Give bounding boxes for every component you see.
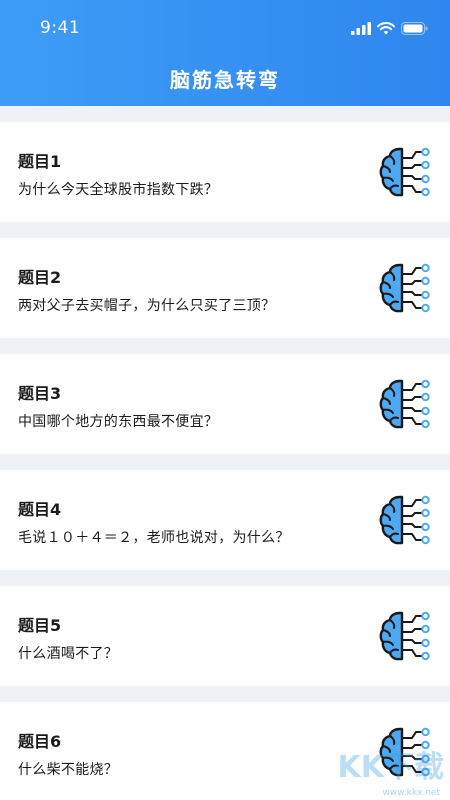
question-text: 中国哪个地方的东西最不便宜？ [18,414,219,430]
status-icons [351,18,428,38]
wifi-icon [377,21,395,34]
signal-icon [351,21,371,35]
brain-circuit-icon [378,144,434,200]
question-card-5[interactable]: 题目5 什么酒喝不了？ [0,586,450,686]
watermark-logo: KK下载 [337,750,445,785]
status-bar: 9:41 [0,0,450,58]
question-title: 题目5 [18,616,62,635]
question-card-2[interactable]: 题目2 两对父子去买帽子，为什么只买了三顶？ [0,238,450,338]
watermark-url: www.kkx.net [382,788,441,798]
question-text: 两对父子去买帽子，为什么只买了三顶？ [18,298,276,314]
question-title: 题目3 [18,384,62,403]
question-text: 毛说１０＋４＝２，老师也说对，为什么？ [18,530,290,546]
question-title: 题目2 [18,268,62,287]
app-header: 9:41 脑筋急转弯 [0,0,450,106]
question-text: 什么酒喝不了？ [18,646,119,662]
question-card-4[interactable]: 题目4 毛说１０＋４＝２，老师也说对，为什么？ [0,470,450,570]
page-title: 脑筋急转弯 [170,68,280,92]
question-title: 题目6 [18,732,62,751]
status-time: 9:41 [40,18,81,38]
question-text: 什么柴不能烧？ [18,762,119,778]
question-card-3[interactable]: 题目3 中国哪个地方的东西最不便宜？ [0,354,450,454]
brain-circuit-icon [378,260,434,316]
question-title: 题目1 [18,152,62,171]
question-card-1[interactable]: 题目1 为什么今天全球股市指数下跌？ [0,122,450,222]
brain-circuit-icon [378,608,434,664]
brain-circuit-icon [378,376,434,432]
question-title: 题目4 [18,500,62,519]
brain-circuit-icon [378,492,434,548]
battery-icon [401,21,428,35]
question-text: 为什么今天全球股市指数下跌？ [18,182,219,198]
